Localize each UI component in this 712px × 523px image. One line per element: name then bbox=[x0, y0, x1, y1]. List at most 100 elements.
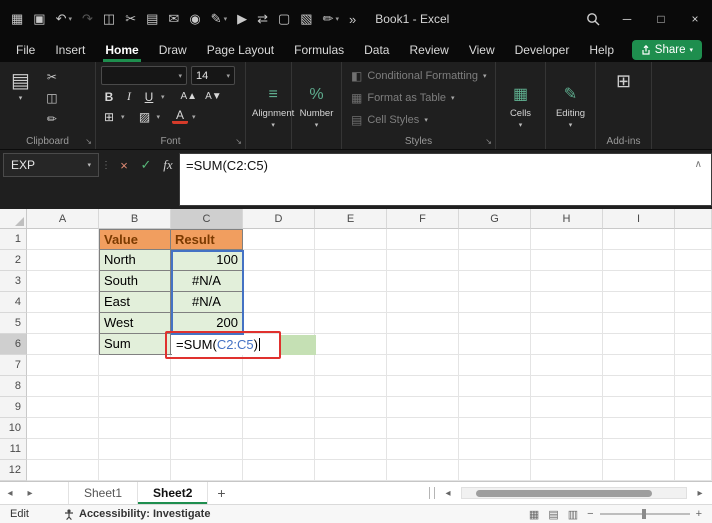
format-as-table-button[interactable]: ▦ Format as Table ▾ bbox=[347, 88, 490, 108]
sheet-tab-splitter[interactable] bbox=[429, 487, 435, 499]
cell-E1[interactable] bbox=[315, 229, 387, 250]
cell-I10[interactable] bbox=[603, 418, 675, 439]
cell-C1[interactable]: Result bbox=[171, 229, 243, 250]
zoom-slider-knob[interactable] bbox=[641, 509, 646, 519]
cell-C11[interactable] bbox=[171, 439, 243, 460]
app-grid-button[interactable]: ▦ bbox=[6, 6, 28, 32]
cell-B6[interactable]: Sum bbox=[99, 334, 171, 355]
camera-button[interactable]: ▢ bbox=[273, 6, 295, 32]
cell-I3[interactable] bbox=[603, 271, 675, 292]
cell-G11[interactable] bbox=[459, 439, 531, 460]
cell-D5[interactable] bbox=[243, 313, 315, 334]
row-header-6[interactable]: 6 bbox=[0, 334, 27, 355]
cell-I11[interactable] bbox=[603, 439, 675, 460]
ink-pen-button[interactable]: ✏ ▾ bbox=[318, 6, 344, 32]
row-header-7[interactable]: 7 bbox=[0, 355, 27, 376]
cell-E11[interactable] bbox=[315, 439, 387, 460]
cell-H8[interactable] bbox=[531, 376, 603, 397]
conditional-formatting-button[interactable]: ◧ Conditional Formatting ▾ bbox=[347, 66, 490, 86]
column-header-F[interactable]: F bbox=[387, 209, 459, 229]
cell-B2[interactable]: North bbox=[99, 250, 171, 271]
cell-B10[interactable] bbox=[99, 418, 171, 439]
cell-B3[interactable]: South bbox=[99, 271, 171, 292]
cell-A10[interactable] bbox=[27, 418, 99, 439]
ribbon-tab-view[interactable]: View bbox=[459, 38, 505, 62]
cell-D7[interactable] bbox=[243, 355, 315, 376]
editing-button[interactable]: ✎ Editing ▾ bbox=[550, 80, 591, 133]
cell-E10[interactable] bbox=[315, 418, 387, 439]
cell-G8[interactable] bbox=[459, 376, 531, 397]
cell-B4[interactable]: East bbox=[99, 292, 171, 313]
cell-I6[interactable] bbox=[603, 334, 675, 355]
row-header-12[interactable]: 12 bbox=[0, 460, 27, 481]
grow-font-button[interactable]: A▲ bbox=[179, 88, 200, 105]
cell-D3[interactable] bbox=[243, 271, 315, 292]
cell-E3[interactable] bbox=[315, 271, 387, 292]
styles-dialog-launcher[interactable]: ↘ bbox=[485, 137, 492, 146]
row-header-2[interactable]: 2 bbox=[0, 250, 27, 271]
cell-E2[interactable] bbox=[315, 250, 387, 271]
cell-B11[interactable] bbox=[99, 439, 171, 460]
cell-C4[interactable]: #N/A bbox=[171, 292, 243, 313]
cell-D2[interactable] bbox=[243, 250, 315, 271]
ribbon-tab-developer[interactable]: Developer bbox=[505, 38, 580, 62]
share-button[interactable]: Share ▾ bbox=[631, 40, 702, 60]
sheet-nav-left-button[interactable]: ◂ bbox=[0, 482, 20, 504]
hscroll-right-button[interactable]: ▸ bbox=[690, 488, 710, 499]
cell-C2[interactable]: 100 bbox=[171, 250, 243, 271]
cell-F6[interactable] bbox=[387, 334, 459, 355]
cell-F8[interactable] bbox=[387, 376, 459, 397]
cell-D10[interactable] bbox=[243, 418, 315, 439]
cell-G4[interactable] bbox=[459, 292, 531, 313]
zoom-in-button[interactable]: + bbox=[696, 508, 702, 520]
cell-C9[interactable] bbox=[171, 397, 243, 418]
font-dialog-launcher[interactable]: ↘ bbox=[235, 137, 242, 146]
cell-E7[interactable] bbox=[315, 355, 387, 376]
ribbon-tab-file[interactable]: File bbox=[6, 38, 45, 62]
cut-button[interactable]: ✂ bbox=[120, 6, 141, 32]
cell-H5[interactable] bbox=[531, 313, 603, 334]
underline-button[interactable]: U bbox=[141, 88, 157, 105]
cell-G2[interactable] bbox=[459, 250, 531, 271]
column-header-B[interactable]: B bbox=[99, 209, 171, 229]
bold-button[interactable]: B bbox=[101, 88, 117, 105]
cell-C8[interactable] bbox=[171, 376, 243, 397]
cell-G7[interactable] bbox=[459, 355, 531, 376]
zoom-slider[interactable] bbox=[599, 509, 690, 519]
fill-color-button[interactable]: ▨ bbox=[137, 108, 153, 125]
more-commands-button[interactable]: » bbox=[344, 6, 361, 32]
undo-button[interactable]: ↶ ▾ bbox=[51, 6, 77, 32]
cell-G6[interactable] bbox=[459, 334, 531, 355]
row-header-5[interactable]: 5 bbox=[0, 313, 27, 334]
cell-I2[interactable] bbox=[603, 250, 675, 271]
cell-F2[interactable] bbox=[387, 250, 459, 271]
accessibility-checker-button[interactable]: Accessibility: Investigate bbox=[64, 508, 210, 520]
cell-E4[interactable] bbox=[315, 292, 387, 313]
cell-A1[interactable] bbox=[27, 229, 99, 250]
cell-editor[interactable]: =SUM(C2:C5) bbox=[172, 335, 279, 355]
ribbon-tab-home[interactable]: Home bbox=[95, 38, 148, 62]
cell-I5[interactable] bbox=[603, 313, 675, 334]
cell-H1[interactable] bbox=[531, 229, 603, 250]
formula-input[interactable]: =SUM(C2:C5) ∧ bbox=[179, 153, 712, 206]
cell-A2[interactable] bbox=[27, 250, 99, 271]
cell-D4[interactable] bbox=[243, 292, 315, 313]
cell-H4[interactable] bbox=[531, 292, 603, 313]
cancel-button[interactable]: × bbox=[113, 153, 135, 177]
insert-function-button[interactable]: fx bbox=[157, 153, 179, 177]
column-header-A[interactable]: A bbox=[27, 209, 99, 229]
cell-B7[interactable] bbox=[99, 355, 171, 376]
close-button[interactable]: × bbox=[678, 0, 712, 38]
cell-I7[interactable] bbox=[603, 355, 675, 376]
sheet-tab-sheet2[interactable]: Sheet2 bbox=[138, 482, 209, 504]
cell-C12[interactable] bbox=[171, 460, 243, 481]
cell-E8[interactable] bbox=[315, 376, 387, 397]
pen-button[interactable]: ✎ ▾ bbox=[206, 6, 232, 32]
cell-E12[interactable] bbox=[315, 460, 387, 481]
cell-H7[interactable] bbox=[531, 355, 603, 376]
enter-button[interactable]: ✓ bbox=[135, 153, 157, 177]
paste-button[interactable]: ▤ ▾ bbox=[5, 66, 36, 133]
redo-button[interactable]: ↷ bbox=[77, 6, 98, 32]
cell-E9[interactable] bbox=[315, 397, 387, 418]
select-all-button[interactable] bbox=[0, 209, 27, 229]
